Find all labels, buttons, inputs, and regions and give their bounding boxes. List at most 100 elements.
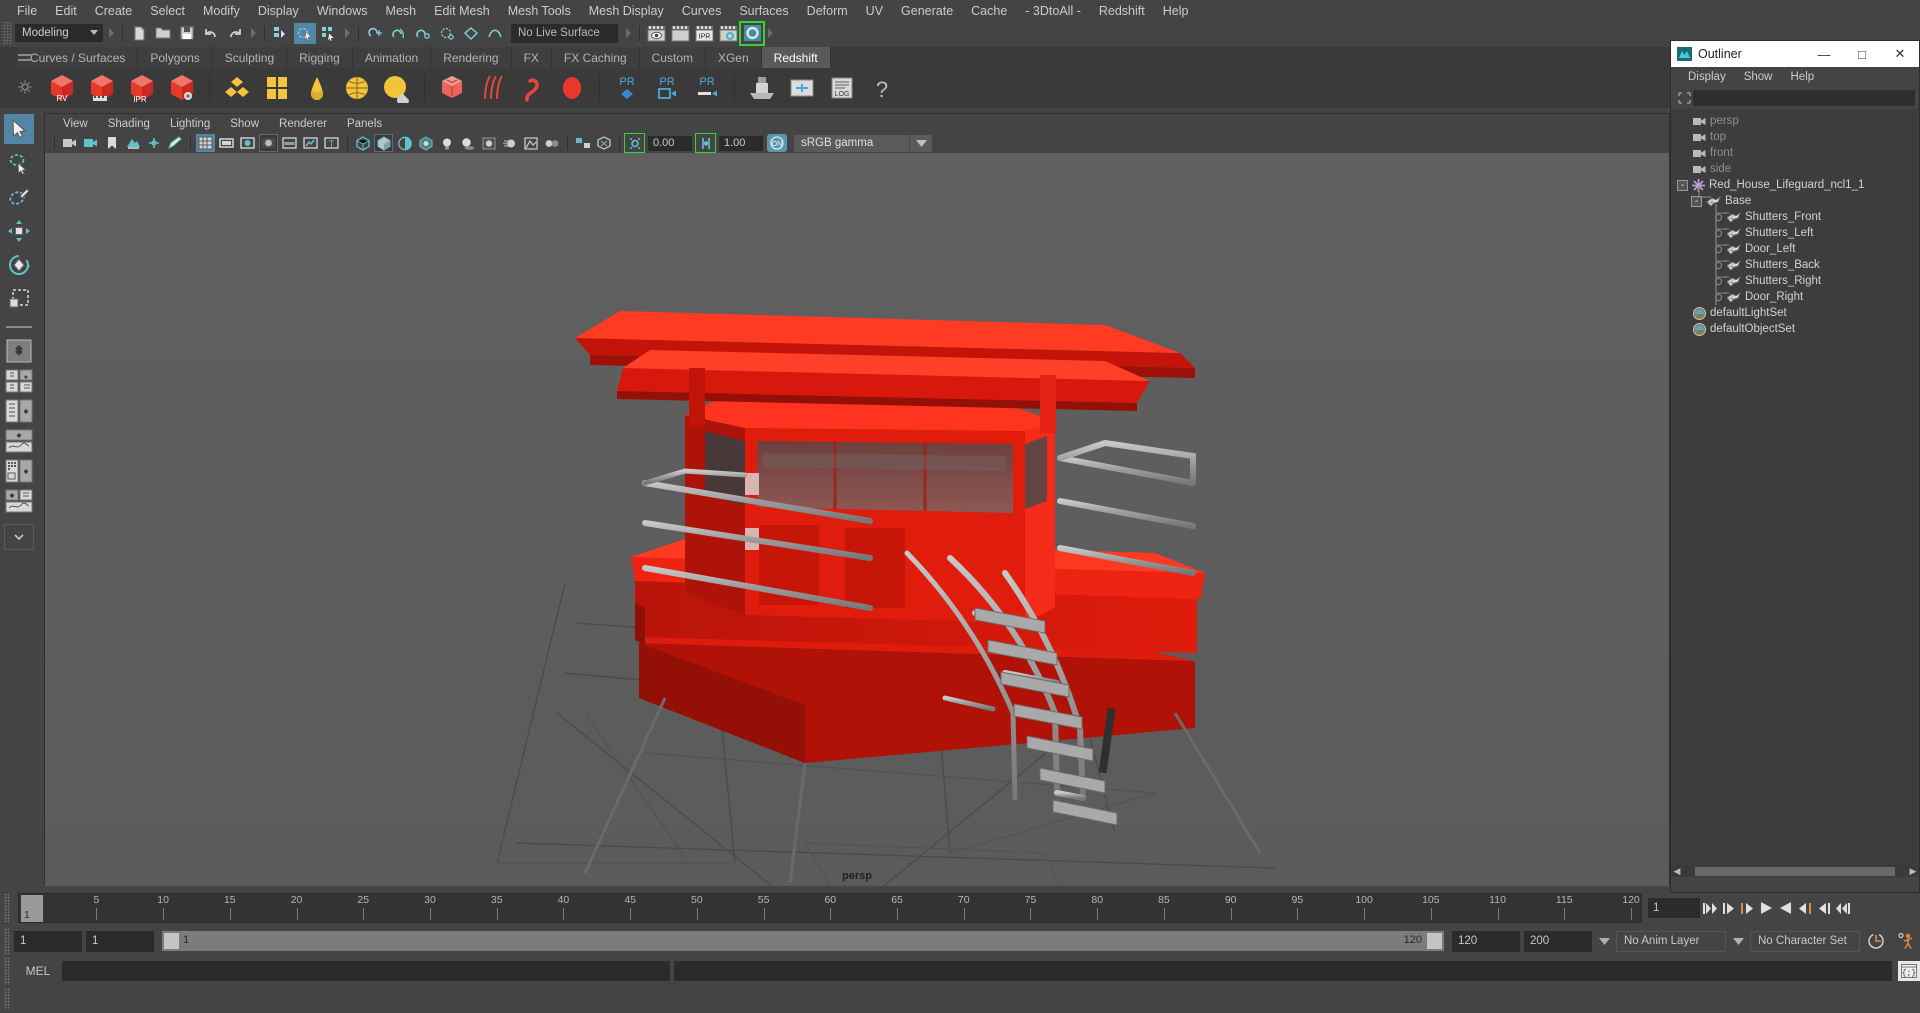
outliner-persp-layout[interactable] [4, 398, 34, 424]
menu-item-modify[interactable]: Modify [194, 2, 249, 20]
select-by-component-icon[interactable] [318, 23, 340, 44]
snap-to-grid-icon[interactable] [364, 23, 386, 44]
render-view-icon[interactable] [645, 23, 667, 44]
step-back-frame-icon[interactable] [1738, 897, 1757, 919]
outliner-row[interactable]: defaultObjectSet [1671, 321, 1919, 337]
select-by-hierarchy-icon[interactable] [270, 23, 292, 44]
menu-item-mesh[interactable]: Mesh [377, 2, 426, 20]
exposure-icon[interactable] [301, 134, 320, 152]
outliner-row[interactable]: - Red_House_Lifeguard_ncl1_1 [1671, 177, 1919, 193]
menu-item-surfaces[interactable]: Surfaces [730, 2, 797, 20]
status-line-grip[interactable] [2, 22, 12, 44]
rs-point-icon[interactable] [553, 70, 591, 106]
persp-graph-outliner-layout[interactable] [4, 488, 34, 514]
viewport-menu-renderer[interactable]: Renderer [269, 117, 337, 131]
outliner-row[interactable]: Door_Left [1671, 241, 1919, 257]
character-set-dropdown-arrow[interactable] [1730, 931, 1746, 952]
menu-item-generate[interactable]: Generate [892, 2, 962, 20]
select-camera-icon[interactable] [60, 134, 79, 152]
outliner-row[interactable]: Shutters_Back [1671, 257, 1919, 273]
shelf-tab-curves-surfaces[interactable]: Curves / Surfaces [18, 47, 139, 68]
section-collapse-arrow-3[interactable] [341, 21, 353, 45]
animation-start-field[interactable]: 1 [14, 930, 82, 952]
filter-icon[interactable] [1675, 90, 1693, 106]
toolbox-more-button[interactable] [4, 524, 34, 550]
outliner-menu-display[interactable]: Display [1679, 70, 1735, 84]
rotate-tool[interactable] [4, 250, 34, 280]
proxy-import-icon[interactable] [783, 70, 821, 106]
rs-curve-icon[interactable] [513, 70, 551, 106]
character-set-field[interactable]: No Character Set [1750, 930, 1860, 952]
outliner-menu-help[interactable]: Help [1782, 70, 1824, 84]
minimize-button[interactable]: — [1805, 41, 1843, 67]
rs-material-icon[interactable] [218, 70, 256, 106]
tree-expander[interactable]: - [1677, 179, 1688, 191]
redshift-settings-icon[interactable] [163, 70, 201, 106]
menu-item-edit[interactable]: Edit [46, 2, 86, 20]
time-slider-track[interactable]: 1 5 10 15 20 25 30 35 40 45 50 55 60 65 70 75 80 85 90 95 1… [19, 894, 1641, 922]
rs-sphere-icon[interactable] [338, 70, 376, 106]
go-to-start-icon[interactable] [1700, 897, 1719, 919]
scale-tool[interactable] [4, 284, 34, 314]
image-plane-icon[interactable] [123, 134, 142, 152]
range-slider-bar[interactable]: 1 120 [162, 931, 1444, 951]
shelf-tab-fx[interactable]: FX [511, 47, 552, 68]
new-scene-icon[interactable] [128, 23, 150, 44]
commandline-grip[interactable] [4, 957, 10, 985]
outliner-row[interactable]: defaultLightSet [1671, 305, 1919, 321]
shelf-tab-fx-caching[interactable]: FX Caching [551, 47, 640, 68]
text-overlay-icon[interactable]: T [322, 134, 341, 152]
rs-grid-icon[interactable] [258, 70, 296, 106]
animation-end-field[interactable]: 200 [1524, 930, 1592, 952]
close-button[interactable]: ✕ [1881, 41, 1919, 67]
menu-item-cache[interactable]: Cache [962, 2, 1016, 20]
shaded-wireframe-icon[interactable] [395, 134, 414, 152]
menu-item-file[interactable]: File [8, 2, 46, 20]
motion-blur-icon[interactable] [500, 134, 519, 152]
resolution-gate-icon[interactable] [238, 134, 257, 152]
shelf-options-icon[interactable] [18, 80, 34, 96]
gamma-field[interactable]: 1.00 [719, 135, 763, 151]
menu-item-redshift[interactable]: Redshift [1090, 2, 1154, 20]
textured-icon[interactable] [416, 134, 435, 152]
outliner-tree[interactable]: persp top front side - Red_House_Lifeguard_nc… [1671, 109, 1919, 877]
current-time-indicator[interactable]: 1 [21, 895, 43, 922]
menu-item-curves[interactable]: Curves [673, 2, 731, 20]
menu-set-selector[interactable]: Modeling [15, 24, 103, 42]
shelf-tab-polygons[interactable]: Polygons [138, 47, 213, 68]
step-forward-keyframe-icon[interactable] [1814, 897, 1833, 919]
anim-layer-dropdown-arrow[interactable] [1596, 931, 1612, 952]
play-forwards-icon[interactable] [1776, 897, 1795, 919]
shadows-icon[interactable] [458, 134, 477, 152]
range-left-handle[interactable] [164, 933, 179, 949]
gate-mask-icon[interactable] [259, 134, 278, 152]
outliner-row[interactable]: Door_Right [1671, 289, 1919, 305]
help-icon[interactable]: ? [863, 70, 901, 106]
2d-pan-zoom-icon[interactable] [144, 134, 163, 152]
snap-to-projected-center-icon[interactable] [436, 23, 458, 44]
outliner-search-input[interactable] [1693, 90, 1915, 106]
make-live-icon[interactable] [484, 23, 506, 44]
rs-hair-icon[interactable] [473, 70, 511, 106]
film-origin-icon[interactable] [280, 134, 299, 152]
shelf-tab-redshift[interactable]: Redshift [761, 47, 831, 68]
hypershade-persp-layout[interactable] [4, 458, 34, 484]
outliner-row[interactable]: - Base [1671, 193, 1919, 209]
range-start-field[interactable]: 1 [86, 930, 154, 952]
viewport-menu-shading[interactable]: Shading [98, 117, 160, 131]
hypershade-icon[interactable] [739, 20, 765, 46]
wireframe-icon[interactable] [353, 134, 372, 152]
pr-diamond-icon[interactable]: PR [608, 70, 646, 106]
outliner-menu-show[interactable]: Show [1735, 70, 1782, 84]
proxy-export-icon[interactable] [743, 70, 781, 106]
tree-expander[interactable]: - [1691, 195, 1702, 207]
grid-icon[interactable] [196, 134, 215, 152]
shelf-grip[interactable] [18, 51, 34, 64]
menu-item-create[interactable]: Create [86, 2, 142, 20]
menu-item-mesh-tools[interactable]: Mesh Tools [499, 2, 580, 20]
go-to-end-icon[interactable] [1833, 897, 1852, 919]
open-scene-icon[interactable] [152, 23, 174, 44]
step-back-keyframe-icon[interactable] [1719, 897, 1738, 919]
exposure-field[interactable]: 0.00 [648, 135, 692, 151]
redshift-render-icon[interactable] [83, 70, 121, 106]
